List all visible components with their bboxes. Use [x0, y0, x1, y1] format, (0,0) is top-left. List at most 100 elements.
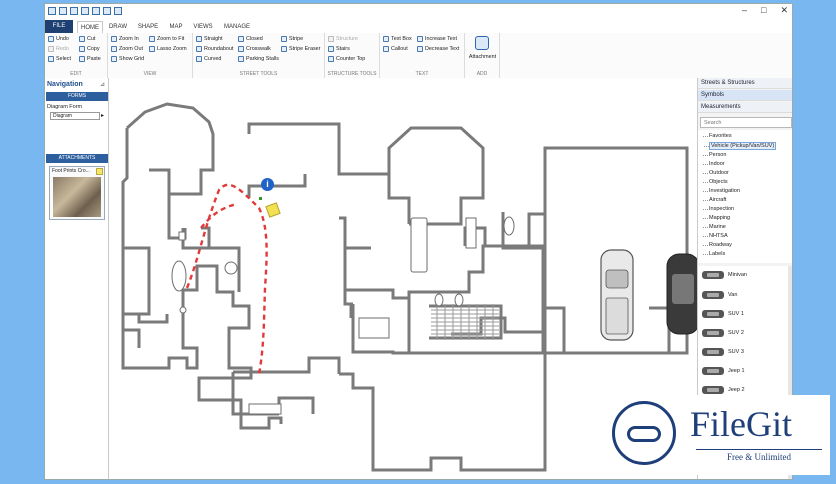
attachment-button[interactable]: Attachment: [465, 54, 500, 60]
symbol-minivan[interactable]: Minivan: [702, 271, 747, 279]
tree-item-inspection[interactable]: Inspection: [702, 206, 734, 212]
parking-icon: [238, 56, 244, 62]
symbol-suv-1[interactable]: SUV 1: [702, 310, 744, 318]
symbol-suv-3[interactable]: SUV 3: [702, 348, 744, 356]
text-box-button[interactable]: Text Box: [383, 36, 412, 42]
callout-button[interactable]: Callout: [383, 46, 408, 52]
minimize-icon[interactable]: –: [742, 5, 747, 16]
info-icon[interactable]: i: [261, 178, 274, 191]
new-icon[interactable]: [59, 7, 67, 15]
forms-header[interactable]: FORMS: [46, 92, 108, 101]
symbol-jeep-2[interactable]: Jeep 2: [702, 386, 745, 394]
tree-item-roadway[interactable]: Roadway: [703, 242, 732, 248]
watermark-logo-icon: [612, 401, 676, 465]
select-button[interactable]: Select: [48, 56, 71, 62]
diagram-form-label: Diagram Form: [47, 104, 83, 110]
structure-tools-label: STRUCTURE TOOLS: [327, 71, 377, 77]
zoom-out-icon: [111, 46, 117, 52]
suv-icon: [702, 329, 724, 337]
jeep-icon: [702, 367, 724, 375]
attachments-header[interactable]: ATTACHMENTS: [46, 154, 108, 163]
add-group-label: ADD: [476, 71, 488, 77]
closed-button[interactable]: Closed: [238, 36, 263, 42]
measurements-header[interactable]: Measurements: [698, 102, 792, 113]
tab-manage[interactable]: MANAGE: [221, 21, 253, 33]
symbol-van[interactable]: Van: [702, 291, 737, 299]
tree-item-indoor[interactable]: Indoor: [703, 161, 725, 167]
stripe-button[interactable]: Stripe: [281, 36, 303, 42]
tree-item-vehicle[interactable]: Vehicle (Pickup/Van/SUV): [703, 142, 777, 150]
jeep-icon: [702, 386, 724, 394]
tab-views[interactable]: VIEWS: [191, 21, 215, 33]
roundabout-icon: [196, 46, 202, 52]
streets-structures-header[interactable]: Streets & Structures: [698, 78, 792, 89]
increase-text-button[interactable]: Increase Text: [417, 36, 457, 42]
curved-road-icon: [196, 56, 202, 62]
undo-icon[interactable]: [103, 7, 111, 15]
zoom-out-button[interactable]: Zoom Out: [111, 46, 143, 52]
zoom-in-button[interactable]: Zoom In: [111, 36, 139, 42]
symbol-jeep-1[interactable]: Jeep 1: [702, 367, 745, 375]
stairs-icon: [328, 46, 334, 52]
redo-icon: [48, 46, 54, 52]
tree-item-objects[interactable]: Objects: [703, 179, 728, 185]
pin-icon[interactable]: ⊿: [100, 81, 105, 88]
zoom-to-fit-button[interactable]: Zoom to Fit: [149, 36, 184, 42]
ribbon: Undo Redo Select Cut Copy Paste EDIT Zoo…: [45, 33, 792, 79]
tree-item-nhtsa[interactable]: NHTSA: [703, 233, 728, 239]
tree-item-person[interactable]: Person: [702, 152, 726, 158]
note-icon: [96, 168, 103, 175]
tree-item-favorites[interactable]: Favorites: [703, 133, 732, 139]
quick-access-toolbar: [48, 7, 122, 15]
window-controls: – □ ✕: [742, 5, 788, 16]
cut-button[interactable]: Cut: [79, 36, 95, 42]
tab-home[interactable]: HOME: [77, 21, 103, 33]
redo-button[interactable]: Redo: [48, 46, 69, 52]
search-input[interactable]: [700, 117, 792, 128]
parking-stalls-button[interactable]: Parking Stalls: [238, 56, 279, 62]
copy-icon: [79, 46, 85, 52]
stairs-button[interactable]: Stairs: [328, 46, 350, 52]
structure-button[interactable]: Structure: [328, 36, 358, 42]
tree-item-outdoor[interactable]: Outdoor: [703, 170, 729, 176]
watermark-title: FileGit: [690, 404, 793, 444]
tree-item-labels[interactable]: Labels: [702, 251, 725, 257]
undo-button[interactable]: Undo: [48, 36, 69, 42]
print-icon[interactable]: [92, 7, 100, 15]
tab-map[interactable]: MAP: [167, 21, 185, 33]
counter-top-button[interactable]: Counter Top: [328, 56, 365, 62]
curved-button[interactable]: Curved: [196, 56, 221, 62]
symbols-header[interactable]: Symbols: [698, 90, 792, 101]
tree-item-marine[interactable]: Marine: [703, 224, 726, 230]
tree-item-aircraft[interactable]: Aircraft: [702, 197, 726, 203]
stripe-eraser-button[interactable]: Stripe Eraser: [281, 46, 320, 52]
paste-button[interactable]: Paste: [79, 56, 101, 62]
redo-icon[interactable]: [114, 7, 122, 15]
view-group-label: VIEW: [143, 71, 157, 77]
save-icon[interactable]: [81, 7, 89, 15]
tree-item-investigation[interactable]: Investigation: [703, 188, 740, 194]
symbol-category-tree: Favorites Vehicle (Pickup/Van/SUV) Perso…: [698, 130, 792, 263]
tree-item-mapping[interactable]: Mapping: [702, 215, 730, 221]
straight-button[interactable]: Straight: [196, 36, 223, 42]
tab-file[interactable]: FILE: [45, 20, 73, 33]
counter-top-icon: [328, 56, 334, 62]
symbol-suv-2[interactable]: SUV 2: [702, 329, 744, 337]
decrease-text-button[interactable]: Decrease Text: [417, 46, 459, 52]
navigation-panel: Navigation ⊿ FORMS Diagram Form Diagram …: [45, 78, 109, 479]
zoom-in-icon: [111, 36, 117, 42]
roundabout-button[interactable]: Roundabout: [196, 46, 233, 52]
tab-shape[interactable]: SHAPE: [135, 21, 161, 33]
open-icon[interactable]: [70, 7, 78, 15]
maximize-icon[interactable]: □: [761, 5, 766, 16]
crosswalk-button[interactable]: Crosswalk: [238, 46, 271, 52]
select-icon: [48, 56, 54, 62]
show-grid-button[interactable]: Show Grid: [111, 56, 144, 62]
lasso-zoom-button[interactable]: Lasso Zoom: [149, 46, 187, 52]
expand-arrow-icon[interactable]: ▸: [101, 112, 104, 119]
close-icon[interactable]: ✕: [780, 5, 788, 16]
attachment-card[interactable]: Foot Prints Cro...: [49, 166, 105, 220]
diagram-select[interactable]: Diagram: [50, 112, 100, 120]
copy-button[interactable]: Copy: [79, 46, 100, 52]
tab-draw[interactable]: DRAW: [107, 21, 129, 33]
